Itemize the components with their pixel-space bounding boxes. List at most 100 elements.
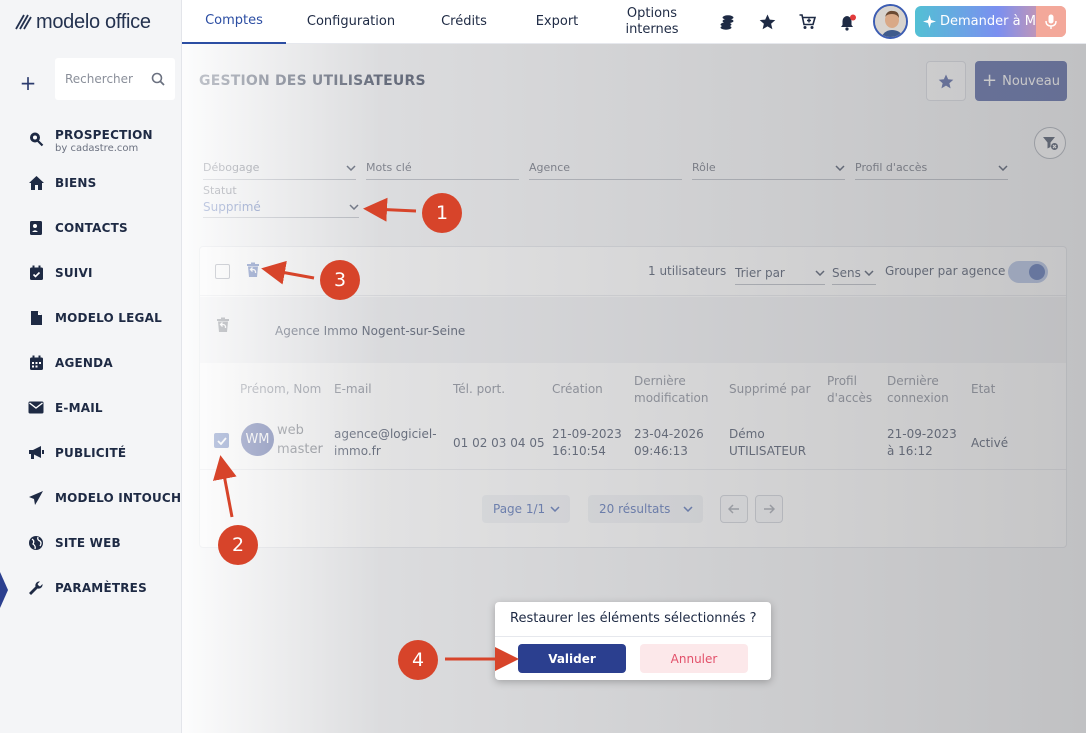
sidebar-item-email[interactable]: E-MAIL <box>0 385 182 430</box>
previous-page-button[interactable] <box>720 495 748 523</box>
active-indicator <box>0 572 8 608</box>
plus-icon: + <box>982 70 998 91</box>
clear-filters-button[interactable] <box>1034 127 1066 159</box>
annotation-marker-1: 1 <box>422 193 462 233</box>
user-email-line1: agence@logiciel- <box>334 427 437 441</box>
sidebar-item-modelo-intouch[interactable]: MODELO INTOUCH <box>0 475 182 520</box>
sidebar-item-label: SUIVI <box>55 265 93 280</box>
star-icon[interactable] <box>757 12 777 32</box>
column-header-phone[interactable]: Tél. port. <box>453 381 505 398</box>
column-header-last-login[interactable]: Dernière connexion <box>887 373 949 407</box>
column-header-access-profile[interactable]: Profil d'accès <box>827 373 872 407</box>
page-title: GESTION DES UTILISATEURS <box>199 73 426 89</box>
agency-field[interactable]: Agence <box>529 156 682 180</box>
user-initials-avatar: WM <box>241 423 274 456</box>
keywords-label: Mots clé <box>366 161 412 174</box>
sort-select[interactable]: Trier par <box>735 261 825 285</box>
restore-trash-icon[interactable] <box>245 262 261 278</box>
document-icon <box>27 309 45 327</box>
add-icon[interactable]: + <box>18 71 38 95</box>
column-header-name[interactable]: Prénom, Nom <box>240 381 321 398</box>
sidebar-item-contacts[interactable]: CONTACTS <box>0 205 182 250</box>
sidebar-item-biens[interactable]: BIENS <box>0 160 182 205</box>
access-profile-filter[interactable]: Profil d'accès <box>855 156 1008 180</box>
user-email-line2: immo.fr <box>334 444 381 458</box>
confirm-button[interactable]: Valider <box>518 644 626 673</box>
sidebar-item-label: PUBLICITÉ <box>55 445 127 460</box>
search-input[interactable]: Rechercher <box>55 58 175 100</box>
column-header-modified[interactable]: Dernière modification <box>634 373 708 407</box>
ask-mia-button[interactable]: Demander à MIA <box>915 6 1066 37</box>
column-header-profile-line2: d'accès <box>827 391 873 405</box>
sidebar-item-site-web[interactable]: SITE WEB <box>0 520 182 565</box>
globe-icon <box>27 534 45 552</box>
tab-comptes[interactable]: Comptes <box>182 0 286 44</box>
tab-configuration[interactable]: Configuration <box>296 0 406 44</box>
tab-export[interactable]: Export <box>522 0 592 44</box>
sort-direction-label: Sens <box>832 265 861 280</box>
new-user-button[interactable]: + Nouveau <box>975 61 1067 101</box>
user-avatar[interactable] <box>873 4 908 39</box>
logo-text: modelo office <box>36 10 151 33</box>
annotation-marker-2: 2 <box>218 525 258 565</box>
toggle-knob <box>1029 264 1045 280</box>
microphone-icon[interactable] <box>1036 6 1066 37</box>
user-phone: 01 02 03 04 05 <box>453 436 545 450</box>
sidebar-item-modelo-legal[interactable]: MODELO LEGAL <box>0 295 182 340</box>
column-header-modified-line2: modification <box>634 391 709 405</box>
column-header-created[interactable]: Création <box>552 381 603 398</box>
new-user-label: Nouveau <box>1002 73 1060 89</box>
tab-options-internes[interactable]: Options internes <box>622 0 682 44</box>
column-header-email[interactable]: E-mail <box>334 381 372 398</box>
access-profile-label: Profil d'accès <box>855 161 928 174</box>
results-per-page-select[interactable]: 20 résultats <box>588 495 703 523</box>
envelope-icon <box>27 399 45 417</box>
sidebar-item-agenda[interactable]: AGENDA <box>0 340 182 385</box>
dialog-question: Restaurer les éléments sélectionnés ? <box>510 611 757 626</box>
column-header-modified-line1: Dernière <box>634 374 686 388</box>
user-state: Activé <box>971 436 1009 450</box>
column-header-state[interactable]: Etat <box>971 381 995 398</box>
coins-icon[interactable] <box>717 12 737 32</box>
status-filter-value: Supprimé <box>203 199 261 214</box>
group-by-agency-toggle[interactable] <box>1008 261 1048 283</box>
logo[interactable]: modelo office <box>14 8 151 36</box>
user-name[interactable]: web master <box>277 421 323 459</box>
annotation-marker-3: 3 <box>320 260 360 300</box>
sort-label: Trier par <box>735 265 785 280</box>
debug-filter[interactable]: Débogage <box>203 156 356 180</box>
sort-direction-select[interactable]: Sens <box>832 261 876 285</box>
tab-credits[interactable]: Crédits <box>430 0 498 44</box>
next-page-button[interactable] <box>755 495 783 523</box>
map-search-icon <box>27 130 45 148</box>
row-divider <box>200 469 1066 470</box>
search-icon <box>151 72 165 86</box>
group-by-agency-label: Grouper par agence : <box>885 264 1014 278</box>
dialog-divider <box>495 636 771 637</box>
cancel-button[interactable]: Annuler <box>640 644 748 673</box>
sidebar-item-prospection[interactable]: PROSPECTION by cadastre.com <box>0 118 182 160</box>
user-first-name: web <box>277 423 304 438</box>
page-select[interactable]: Page 1/1 <box>482 495 570 523</box>
role-filter[interactable]: Rôle <box>692 156 845 180</box>
role-filter-label: Rôle <box>692 161 716 174</box>
row-checkbox[interactable] <box>214 433 229 448</box>
user-deleted-by: Démo UTILISATEUR <box>729 426 806 460</box>
status-filter[interactable]: Supprimé <box>203 196 359 218</box>
sidebar-item-suivi[interactable]: SUIVI <box>0 250 182 295</box>
user-last-login: 21-09-2023 à 16:12 <box>887 426 957 460</box>
cart-icon[interactable] <box>797 12 817 32</box>
sidebar-item-label: PROSPECTION <box>55 128 153 142</box>
sidebar-item-publicite[interactable]: PUBLICITÉ <box>0 430 182 475</box>
sidebar-item-parametres[interactable]: PARAMÈTRES <box>0 565 182 610</box>
sidebar-nav: PROSPECTION by cadastre.com BIENS CONTAC… <box>0 118 182 610</box>
sparkle-icon <box>923 15 936 28</box>
bell-icon[interactable] <box>838 12 858 32</box>
favorite-button[interactable] <box>926 61 966 101</box>
keywords-field[interactable]: Mots clé <box>366 156 519 180</box>
column-header-deleted-by[interactable]: Supprimé par <box>729 381 811 398</box>
sidebar-item-label: CONTACTS <box>55 220 128 235</box>
select-all-checkbox[interactable] <box>215 264 230 279</box>
restore-trash-icon[interactable] <box>215 317 231 333</box>
sidebar-item-label: PARAMÈTRES <box>55 580 147 595</box>
